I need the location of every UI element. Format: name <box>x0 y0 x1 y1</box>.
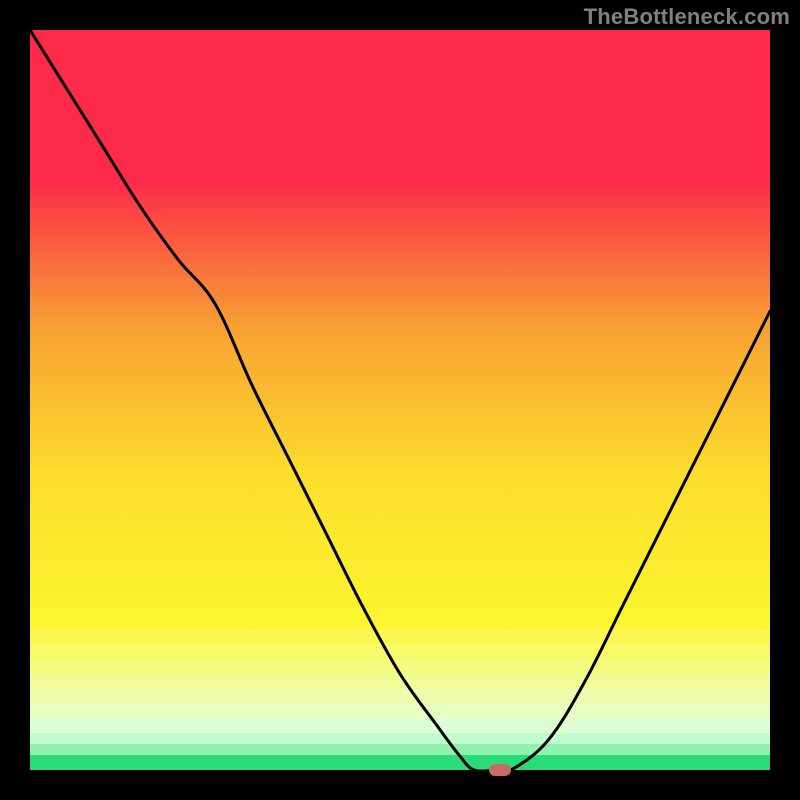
plot-area <box>30 30 770 770</box>
optimal-point-marker <box>489 764 511 776</box>
chart-frame: TheBottleneck.com <box>0 0 800 800</box>
bottleneck-curve <box>30 30 770 770</box>
watermark-text: TheBottleneck.com <box>584 4 790 30</box>
